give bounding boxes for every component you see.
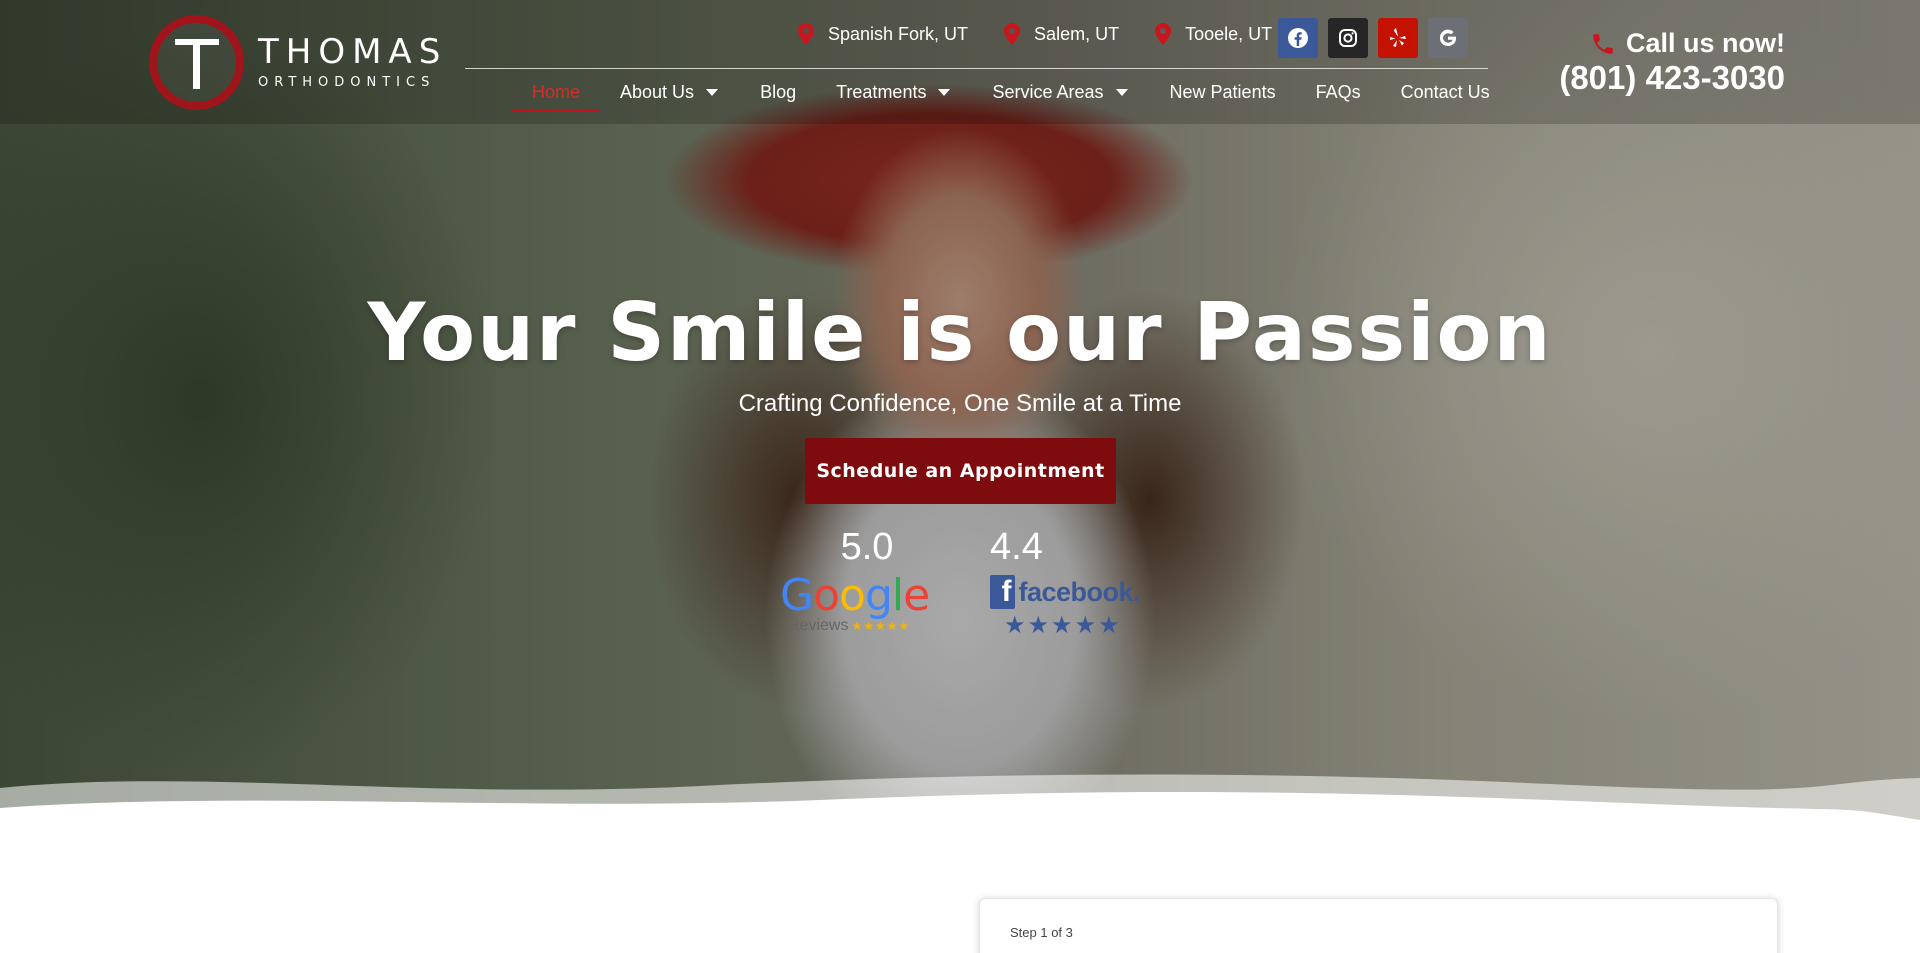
call-label-row: Call us now!	[1559, 28, 1785, 59]
caret-down-icon	[706, 89, 719, 96]
hero-wave-divider	[0, 774, 1920, 830]
hero-subheadline: Crafting Confidence, One Smile at a Time	[738, 390, 1182, 417]
nav-blog[interactable]: Blog	[760, 80, 796, 111]
nav-home[interactable]: Home	[511, 80, 601, 111]
map-pin-icon	[1155, 23, 1172, 45]
nav-treatments[interactable]: Treatments	[836, 80, 951, 111]
nav-label: About Us	[620, 82, 695, 102]
google-logo: Google	[780, 570, 930, 621]
facebook-wordmark: facebook.	[1018, 576, 1140, 607]
google-review-badge[interactable]: 5.0 Google Reviews ★★★★★	[780, 526, 930, 635]
brand-name: THOMAS	[258, 32, 448, 72]
yelp-icon	[1390, 28, 1406, 47]
google-reviews-label: Reviews ★★★★★	[780, 617, 930, 635]
phone-icon	[1593, 33, 1613, 54]
social-links	[1278, 18, 1468, 58]
instagram-link[interactable]	[1328, 18, 1368, 58]
call-label: Call us now!	[1625, 28, 1785, 58]
reviews-text: Reviews	[788, 617, 849, 634]
nav-contact-us[interactable]: Contact Us	[1401, 80, 1490, 111]
nav-service-areas[interactable]: Service Areas	[992, 80, 1128, 111]
form-step-indicator: Step 1 of 3	[1010, 925, 1073, 940]
google-stars: ★★★★★	[851, 619, 911, 633]
location-label: Spanish Fork, UT	[828, 23, 969, 44]
nav-label: FAQs	[1315, 82, 1361, 102]
hero-section: THOMAS ORTHODONTICS Spanish Fork, UT Sal…	[0, 0, 1920, 830]
brand-subtitle: ORTHODONTICS	[258, 75, 436, 90]
google-icon	[1439, 29, 1456, 47]
hero-headline: Your Smile is our Passion	[367, 286, 1553, 379]
caret-down-icon	[938, 89, 951, 96]
t-logo-icon	[149, 15, 244, 110]
nav-label: Contact Us	[1400, 82, 1490, 102]
facebook-icon: f	[990, 575, 1016, 609]
facebook-review-badge[interactable]: 4.4 f facebook. ★★★★★	[990, 526, 1140, 640]
map-pin-icon	[798, 23, 814, 45]
nav-faqs[interactable]: FAQs	[1316, 80, 1361, 111]
facebook-link[interactable]	[1278, 18, 1318, 58]
google-rating: 5.0	[840, 526, 894, 568]
location-label: Salem, UT	[1034, 23, 1120, 44]
site-logo[interactable]: THOMAS ORTHODONTICS	[149, 15, 447, 110]
location-label: Tooele, UT	[1185, 23, 1273, 44]
logo-text: THOMAS ORTHODONTICS	[258, 35, 447, 90]
facebook-logo: f facebook.	[990, 575, 1140, 609]
google-link[interactable]	[1428, 18, 1468, 58]
main-nav: Home About Us Blog Treatments Service Ar…	[511, 80, 1490, 111]
facebook-rating: 4.4	[990, 526, 1043, 568]
location-tooele[interactable]: Tooele, UT	[1155, 23, 1272, 45]
nav-label: New Patients	[1169, 82, 1276, 102]
location-spanish-fork[interactable]: Spanish Fork, UT	[798, 23, 968, 45]
nav-label: Treatments	[836, 82, 927, 102]
schedule-appointment-button[interactable]: Schedule an Appointment	[805, 438, 1116, 504]
nav-new-patients[interactable]: New Patients	[1170, 80, 1276, 111]
nav-label: Home	[532, 82, 581, 102]
nav-label: Blog	[760, 82, 797, 102]
facebook-icon	[1288, 28, 1308, 48]
phone-number[interactable]: (801) 423-3030	[1559, 59, 1785, 97]
yelp-link[interactable]	[1378, 18, 1418, 58]
caret-down-icon	[1115, 89, 1128, 96]
location-salem[interactable]: Salem, UT	[1004, 23, 1119, 45]
nav-about-us[interactable]: About Us	[620, 80, 719, 111]
instagram-icon	[1339, 29, 1357, 47]
nav-label: Service Areas	[992, 82, 1104, 102]
call-block[interactable]: Call us now! (801) 423-3030	[1559, 28, 1785, 97]
locations-list: Spanish Fork, UT Salem, UT Tooele, UT	[798, 23, 1308, 45]
appointment-form-card: Step 1 of 3	[979, 898, 1778, 953]
facebook-stars: ★★★★★	[1004, 612, 1122, 639]
map-pin-icon	[1004, 23, 1021, 45]
nav-divider	[465, 68, 1488, 69]
